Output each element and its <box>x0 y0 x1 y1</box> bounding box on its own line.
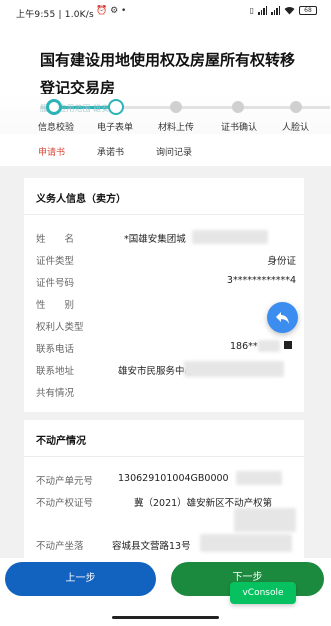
field-label-gender: 性 别 <box>36 300 75 311</box>
field-label-co-ownership: 共有情况 <box>36 388 75 399</box>
tab-application[interactable]: 申请书 <box>38 145 65 158</box>
property-card: 不动产情况 不动产单元号 130629101004GB0000 不动产权证号 冀… <box>24 420 304 570</box>
redacted-block <box>284 341 292 349</box>
step-label-verify[interactable]: 信息校验 <box>38 120 74 133</box>
undo-arrow-icon <box>275 311 289 324</box>
field-label-id-type: 证件类型 <box>36 256 75 267</box>
step-dot-5 <box>290 101 302 113</box>
status-bar: 上午9:55 | 1.0K/s ⏰ ⚙ • ▯ 68 <box>0 0 331 24</box>
step-dot-2 <box>108 99 124 115</box>
field-value-address: 雄安市民服务中心 <box>118 366 195 377</box>
property-card-title: 不动产情况 <box>36 436 86 447</box>
vconsole-button[interactable]: vConsole <box>230 582 296 604</box>
field-label-id-number: 证件号码 <box>36 278 75 289</box>
redacted-mask <box>192 230 268 244</box>
field-label-name: 姓 名 <box>36 234 75 245</box>
redacted-mask <box>200 534 292 552</box>
field-value-location: 容城县文营路13号 <box>112 541 191 552</box>
field-label-phone: 联系电话 <box>36 344 75 355</box>
field-value-id-number: 3************4 <box>226 275 296 286</box>
tab-commitment[interactable]: 承诺书 <box>97 145 124 158</box>
field-label-location: 不动产坐落 <box>36 541 84 552</box>
redacted-mask <box>234 508 296 532</box>
field-value-id-type: 身份证 <box>267 256 296 267</box>
field-label-address: 联系地址 <box>36 366 75 377</box>
field-label-certificate-number: 不动产权证号 <box>36 498 94 509</box>
obligor-card: 义务人信息（卖方） 姓 名 *国雄安集团城 证件类型 身份证 证件号码 3***… <box>24 178 304 412</box>
status-time: 上午9:55 | 1.0K/s <box>16 10 94 20</box>
field-value-name: *国雄安集团城 <box>124 234 186 245</box>
obligor-card-title: 义务人信息（卖方） <box>36 194 126 205</box>
field-label-unit-number: 不动产单元号 <box>36 476 94 487</box>
step-label-certificate[interactable]: 证书确认 <box>221 120 257 133</box>
step-dot-1 <box>46 99 62 115</box>
step-label-upload[interactable]: 材料上传 <box>158 120 194 133</box>
redacted-mask <box>184 361 284 377</box>
divider <box>24 214 304 215</box>
field-value-phone: 186** <box>230 341 258 352</box>
status-notification-icons: ⏰ ⚙ • <box>96 6 127 16</box>
field-label-owner-type: 权利人类型 <box>36 322 84 333</box>
vibrate-icon: ▯ <box>249 6 254 15</box>
signal-icon-2 <box>271 6 280 15</box>
battery-icon: 68 <box>299 6 317 15</box>
step-dot-3 <box>170 101 182 113</box>
tab-inquiry-record[interactable]: 询问记录 <box>156 145 192 158</box>
field-value-unit-number: 130629101004GB0000 <box>118 473 229 484</box>
status-icons: ▯ 68 <box>250 6 317 15</box>
signal-icon <box>258 6 267 15</box>
prev-step-button[interactable]: 上一步 <box>5 562 156 596</box>
redacted-mask <box>258 340 280 352</box>
home-indicator <box>112 616 219 619</box>
step-dot-4 <box>232 101 244 113</box>
wifi-icon <box>284 7 295 15</box>
step-label-face[interactable]: 人脸认 <box>282 120 309 133</box>
field-value-certificate-number: 冀（2021）雄安新区不动产权第 <box>134 498 273 509</box>
redacted-mask <box>236 471 282 485</box>
step-label-form[interactable]: 电子表单 <box>97 120 133 133</box>
floating-back-button[interactable] <box>267 302 298 333</box>
divider <box>24 456 304 457</box>
